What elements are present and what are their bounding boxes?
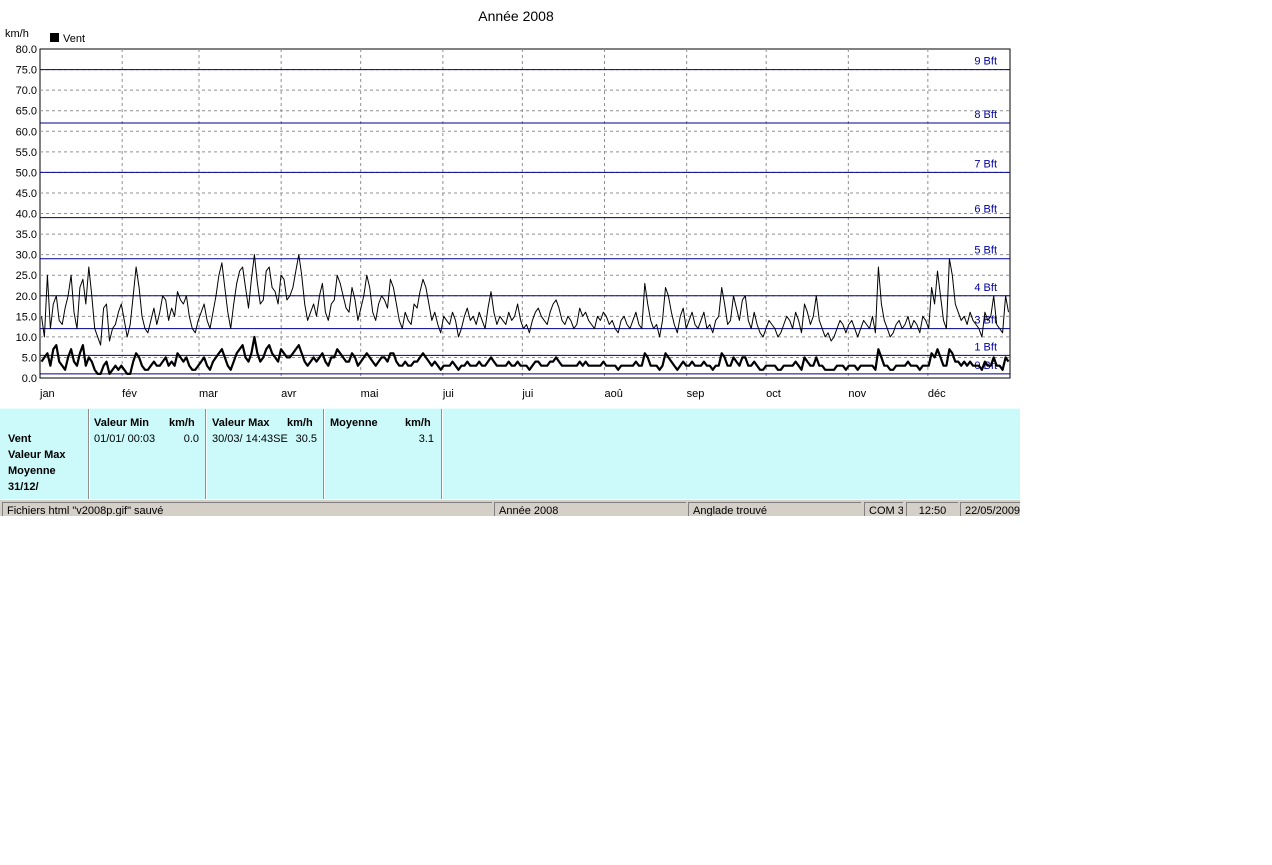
chart-title: Année 2008 (478, 8, 554, 24)
x-tick-label: déc (928, 388, 946, 400)
beaufort-label: 5 Bft (974, 245, 997, 257)
x-tick-label: sep (687, 388, 705, 400)
legend-swatch (50, 33, 59, 42)
y-tick-label: 35.0 (16, 229, 37, 241)
y-tick-label: 30.0 (16, 250, 37, 262)
x-tick-label: oct (766, 388, 781, 400)
avg-unit: km/h (405, 417, 431, 429)
stats-row-label: 31/12/ (8, 481, 39, 493)
y-tick-label: 80.0 (16, 44, 37, 56)
y-tick-label: 45.0 (16, 188, 37, 200)
min-header: Valeur Min (94, 417, 150, 429)
x-tick-label: nov (848, 388, 866, 400)
stats-avg-column: Moyenne km/h 3.1 (324, 409, 442, 499)
y-tick-label: 0.0 (22, 373, 37, 385)
status-date: 22/05/2009 (960, 502, 1020, 516)
beaufort-label: 1 Bft (974, 341, 997, 353)
max-value: 30.5 (295, 433, 317, 445)
legend-label: Vent (63, 33, 85, 45)
avg-header: Moyenne (330, 417, 378, 429)
status-message: Fichiers html "v2008p.gif" sauvé (2, 502, 492, 516)
y-tick-label: 25.0 (16, 270, 37, 282)
y-tick-label: 5.0 (22, 352, 37, 364)
x-tick-label: avr (281, 388, 297, 400)
y-tick-label: 40.0 (16, 209, 37, 221)
max-unit: km/h (287, 417, 313, 429)
status-time: 12:50 (906, 502, 958, 516)
x-tick-label: aoû (605, 388, 623, 400)
beaufort-label: 9 Bft (974, 56, 997, 68)
status-port: COM 3 (864, 502, 903, 516)
x-tick-label: jui (442, 388, 454, 400)
y-tick-label: 65.0 (16, 106, 37, 118)
stats-label-column: Vent Valeur Max Moyenne 31/12/ (0, 409, 89, 499)
min-unit: km/h (169, 417, 195, 429)
y-tick-label: 60.0 (16, 126, 37, 138)
min-value: 0.0 (183, 433, 199, 445)
stats-max-column: Valeur Max km/h 30/03/ 14:43SE 30.5 (206, 409, 324, 499)
avg-value: 3.1 (418, 433, 434, 445)
y-axis-unit-label: km/h (5, 28, 29, 40)
x-tick-label: jan (39, 388, 55, 400)
beaufort-label: 6 Bft (974, 204, 997, 216)
statistics-panel: Vent Valeur Max Moyenne 31/12/ Valeur Mi… (0, 408, 1020, 499)
x-tick-label: jui (521, 388, 533, 400)
stats-row-label: Moyenne (8, 465, 56, 477)
y-tick-label: 55.0 (16, 147, 37, 159)
y-tick-label: 50.0 (16, 167, 37, 179)
y-tick-label: 10.0 (16, 332, 37, 344)
status-location: Anglade trouvé (688, 502, 861, 516)
beaufort-label: 4 Bft (974, 282, 997, 294)
y-tick-label: 75.0 (16, 65, 37, 77)
max-header: Valeur Max (212, 417, 270, 429)
y-tick-label: 20.0 (16, 291, 37, 303)
beaufort-label: 7 Bft (974, 158, 997, 170)
stats-min-column: Valeur Min km/h 01/01/ 00:03 0.0 (89, 409, 206, 499)
x-tick-label: fév (122, 388, 137, 400)
beaufort-label: 3 Bft (974, 315, 997, 327)
y-tick-label: 70.0 (16, 85, 37, 97)
x-tick-label: mai (361, 388, 379, 400)
min-date: 01/01/ 00:03 (94, 433, 156, 445)
beaufort-label: 8 Bft (974, 109, 997, 121)
x-tick-label: mar (199, 388, 218, 400)
y-tick-label: 15.0 (16, 311, 37, 323)
stats-row-label: Vent (8, 433, 32, 445)
status-period: Année 2008 (494, 502, 686, 516)
status-bar: Fichiers html "v2008p.gif" sauvé Année 2… (0, 500, 1020, 516)
max-date: 30/03/ 14:43SE (212, 433, 288, 445)
wind-chart: Année 2008 km/h Vent 0 Bft1 Bft3 Bft4 Bf… (5, 8, 1011, 400)
stats-row-label: Valeur Max (8, 449, 66, 461)
